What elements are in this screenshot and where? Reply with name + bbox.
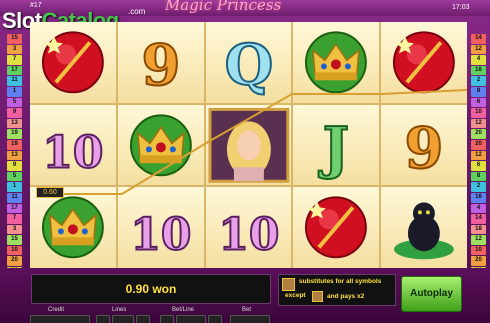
panther-symbol-icon [381,187,467,269]
line-number-tab: 15 [7,34,22,44]
line-number-tab: 3 [7,44,22,55]
line-number-tab: 12 [471,235,486,245]
line-number-tab: 17 [7,203,22,214]
svg-text:10: 10 [42,127,103,178]
symbol-j-icon: J [293,104,380,186]
line-number-tab: 10 [471,245,486,256]
line-number-tab: 19 [7,139,22,150]
line-number-tab: 7 [7,55,22,65]
wand-symbol-icon [30,22,116,103]
line-number-tab: 2 [471,182,486,192]
line-number-tab: 10 [7,245,22,256]
info-line-1: substitutes for all symbols [299,278,382,285]
line-number-tab: 5 [7,97,22,108]
line-number-tab: 20 [7,256,22,267]
wild-info-panel: substitutes for all symbols except and p… [278,274,396,306]
autoplay-button[interactable]: Autoplay [401,276,462,312]
svg-text:10: 10 [218,210,279,261]
line-number-tab: 7 [7,214,22,224]
line-numbers-right: 1412416286101220201268216414181210201621… [471,34,486,323]
line-number-tab: 6 [471,161,486,171]
lines-plus-button[interactable] [136,315,150,323]
line-number-tab: 11 [7,192,22,203]
line-number-tab: 19 [7,129,22,139]
game-title: Magic Princess [165,0,282,14]
wand-symbol-icon [293,187,380,269]
win-panel: 0.90 won [31,274,271,304]
logo-com: .com [128,7,146,16]
line-number-tab: 18 [471,224,486,235]
line-number-tab: 12 [471,118,486,129]
symbol-q-icon: Q [205,22,292,103]
svg-text:9: 9 [141,33,180,98]
line-number-tab: 14 [471,34,486,44]
lines-minus-button[interactable] [96,315,110,323]
symbol-9-icon: 9 [381,104,467,186]
line-number-tab: 6 [471,97,486,108]
line-number-tab: 9 [7,161,22,171]
reel-3: Q 10 [205,22,292,269]
reel-1: 10 [30,22,116,269]
win-amount: 0.90 won [125,282,177,296]
symbol-10-icon: 10 [205,187,292,269]
line-number-tab: 8 [471,86,486,97]
line-number-tab: 14 [471,214,486,224]
line-win-badge: 0.60 [36,187,64,198]
line-number-tab: 9 [7,108,22,118]
reel-2: 9 10 [117,22,204,269]
clock: 17:03 [452,4,470,11]
wand-symbol-icon [381,22,467,103]
crown-symbol-icon [117,104,204,186]
symbol-9-icon: 9 [117,22,204,103]
line-number-tab: 15 [7,235,22,245]
svg-text:Q: Q [224,33,273,98]
info-line-3: and pays x2 [327,293,365,300]
credit-label: Credit [48,307,65,313]
line-number-tab: 8 [471,171,486,182]
line-number-tab: 12 [471,150,486,161]
reel-5: 9 [381,22,467,269]
line-number-tab: 1 [7,86,22,97]
crown-symbol-icon [293,22,380,103]
line-number-tab: 1 [7,182,22,192]
symbol-10-icon: 10 [30,104,116,186]
svg-text:J: J [318,116,349,181]
svg-text:9: 9 [405,116,444,181]
line-number-tab: 20 [471,129,486,139]
line-number-tab: 12 [471,44,486,55]
line-number-tab: 20 [471,139,486,150]
bet-display [230,315,270,323]
line-number-tab: 3 [7,224,22,235]
princess-thumb-icon-2 [312,291,323,302]
line-number-tab: 16 [471,65,486,76]
symbol-10-icon: 10 [117,187,204,269]
line-number-tab: 20 [471,256,486,267]
line-number-tab: 10 [471,108,486,118]
line-number-tab: 11 [7,76,22,86]
princess-symbol-icon [205,104,292,186]
line-number-tab: 5 [7,171,22,182]
line-number-tab: 13 [7,118,22,129]
svg-text:10: 10 [130,210,191,261]
line-number-tab: 4 [471,203,486,214]
princess-thumb-icon [282,278,295,291]
reel-4: J [293,22,380,269]
line-number-tab: 16 [471,192,486,203]
reels-grid: 10 9 10 Q 10 J 9 [30,22,467,269]
line-number-tab: 2 [471,76,486,86]
info-line-2: except [285,292,306,299]
crown-symbol-icon [30,187,116,269]
betline-label: Bet/Line [172,307,195,313]
bet-label: Bet [242,307,252,313]
betline-plus-button[interactable] [208,315,222,323]
line-number-tab: 4 [471,55,486,65]
credit-display [30,315,90,323]
betline-minus-button[interactable] [160,315,174,323]
lines-label: Lines [112,307,127,313]
line-number-tab: 13 [7,150,22,161]
line-numbers-left: 1537171115913191913951111773151020162864… [7,34,22,323]
betline-display [176,315,206,323]
line-number-tab: 17 [7,65,22,76]
lines-display [112,315,134,323]
